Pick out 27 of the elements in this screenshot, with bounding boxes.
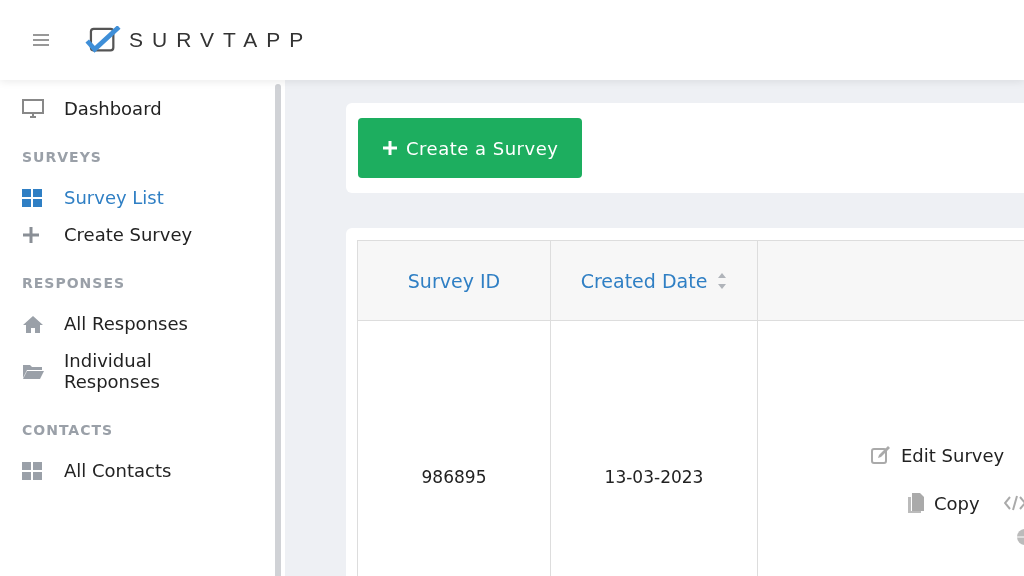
- logo-text: SURVTAPP: [129, 28, 313, 52]
- sidebar-item[interactable]: All Responses: [22, 313, 252, 334]
- section-heading: CONTACTS: [22, 422, 115, 438]
- monitor-icon: [22, 98, 44, 119]
- sidebar-item[interactable]: Dashboard: [22, 98, 252, 119]
- edit-icon: [871, 445, 891, 465]
- copy-icon: [908, 493, 924, 513]
- menu-icon[interactable]: [33, 34, 49, 46]
- folder-icon: [22, 363, 44, 379]
- plus-icon: [22, 225, 40, 244]
- sidebar-item[interactable]: Create Survey: [22, 224, 252, 245]
- column-header[interactable]: Created Date: [550, 240, 758, 321]
- table-cell: 986895: [357, 320, 551, 576]
- copy-link[interactable]: Copy: [934, 492, 980, 514]
- section-heading: RESPONSES: [22, 275, 127, 291]
- sidebar-item[interactable]: Individual Responses: [22, 350, 252, 392]
- grid-icon: [22, 188, 42, 207]
- sidebar-item[interactable]: Survey List: [22, 187, 252, 208]
- code-icon[interactable]: [1003, 495, 1024, 511]
- home-icon: [22, 314, 44, 333]
- column-header[interactable]: Survey ID: [357, 240, 551, 321]
- grid-icon: [22, 461, 42, 480]
- section-heading: SURVEYS: [22, 149, 103, 165]
- sidebar-item[interactable]: All Contacts: [22, 460, 252, 481]
- edit-survey-link[interactable]: Edit Survey: [901, 444, 1005, 466]
- checkbox-logo-icon: [85, 26, 123, 54]
- plus-icon: [382, 140, 398, 156]
